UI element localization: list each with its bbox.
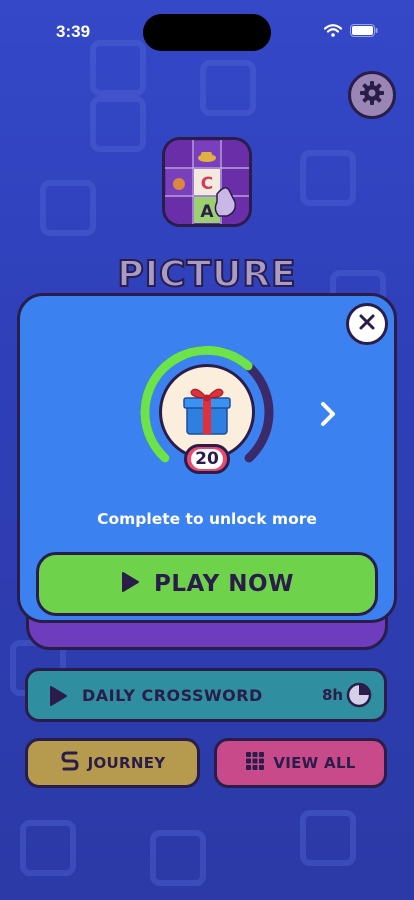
icon-letter-a: A bbox=[200, 202, 214, 222]
play-now-button[interactable]: PLAY NOW bbox=[36, 552, 378, 616]
view-all-label: VIEW ALL bbox=[273, 754, 356, 772]
journey-label: JOURNEY bbox=[87, 754, 166, 772]
close-button[interactable] bbox=[346, 303, 388, 345]
dynamic-island bbox=[143, 14, 271, 51]
unlock-message: Complete to unlock more bbox=[97, 510, 317, 528]
next-reward-button[interactable] bbox=[313, 398, 343, 434]
gear-icon bbox=[359, 80, 385, 110]
route-icon bbox=[60, 750, 80, 776]
reward-count-badge: 20 bbox=[184, 444, 230, 474]
clock-icon bbox=[346, 682, 372, 712]
status-bar: 3:39 bbox=[0, 0, 414, 54]
game-icon: C A bbox=[162, 137, 252, 227]
status-icons bbox=[324, 24, 378, 37]
reward-count: 20 bbox=[191, 449, 223, 469]
view-all-button[interactable]: VIEW ALL bbox=[214, 738, 387, 788]
daily-crossword-button[interactable]: DAILY CROSSWORD 8h bbox=[25, 668, 387, 722]
game-title: PICTURE bbox=[116, 253, 297, 296]
battery-icon bbox=[350, 24, 378, 37]
wifi-icon bbox=[324, 24, 342, 37]
settings-button[interactable] bbox=[348, 71, 396, 119]
close-icon bbox=[359, 314, 375, 334]
daily-crossword-label: DAILY CROSSWORD bbox=[82, 686, 263, 705]
gift-icon bbox=[179, 382, 235, 442]
icon-letter-c: C bbox=[201, 174, 213, 194]
daily-time-left: 8h bbox=[322, 686, 344, 704]
grid-icon bbox=[245, 751, 265, 775]
play-now-label: PLAY NOW bbox=[154, 571, 294, 597]
play-icon bbox=[120, 571, 140, 597]
chevron-right-icon bbox=[320, 401, 336, 431]
play-icon bbox=[48, 685, 68, 711]
journey-button[interactable]: JOURNEY bbox=[25, 738, 200, 788]
status-time: 3:39 bbox=[56, 22, 91, 41]
